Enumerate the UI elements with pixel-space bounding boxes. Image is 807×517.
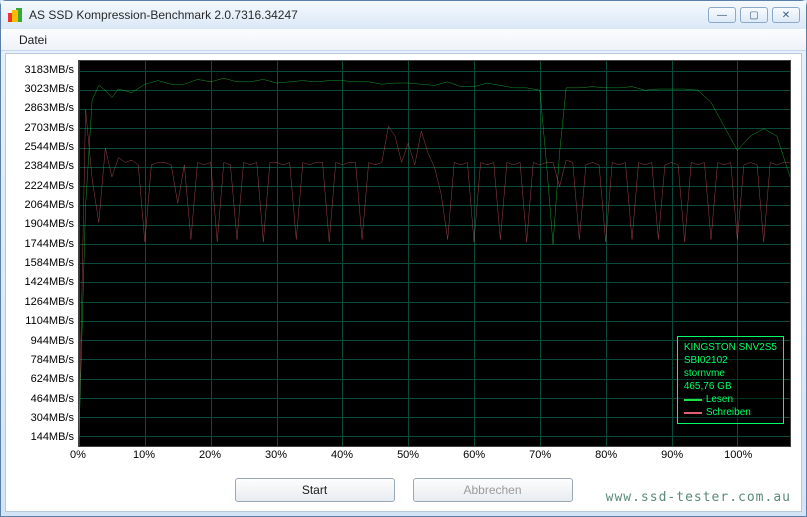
x-tick-label: 30% xyxy=(265,449,287,461)
x-tick-label: 90% xyxy=(661,449,683,461)
y-tick-label: 2703MB/s xyxy=(24,122,74,134)
y-tick-label: 3023MB/s xyxy=(24,83,74,95)
legend-read-row: Lesen xyxy=(684,393,777,406)
y-tick-label: 2384MB/s xyxy=(24,160,74,172)
menu-datei[interactable]: Datei xyxy=(11,31,55,49)
legend-firmware: SBI02102 xyxy=(684,354,777,367)
y-tick-label: 1264MB/s xyxy=(24,296,74,308)
y-tick-label: 1104MB/s xyxy=(25,315,74,327)
y-tick-label: 1424MB/s xyxy=(24,276,74,288)
x-tick-label: 20% xyxy=(199,449,221,461)
legend-capacity: 465,76 GB xyxy=(684,380,777,393)
titlebar: AS SSD Kompression-Benchmark 2.0.7316.34… xyxy=(1,1,806,29)
x-tick-label: 100% xyxy=(724,449,752,461)
close-button[interactable]: ✕ xyxy=(772,7,800,23)
y-tick-label: 784MB/s xyxy=(31,354,74,366)
y-tick-label: 624MB/s xyxy=(31,373,74,385)
x-tick-label: 40% xyxy=(331,449,353,461)
x-tick-label: 80% xyxy=(595,449,617,461)
legend-write-row: Schreiben xyxy=(684,406,777,419)
app-icon xyxy=(7,7,23,23)
x-axis-labels: 0%10%20%30%40%50%60%70%80%90%100% xyxy=(78,449,791,467)
y-tick-label: 2544MB/s xyxy=(24,141,74,153)
maximize-button[interactable]: ▢ xyxy=(740,7,768,23)
menubar: Datei xyxy=(1,29,806,51)
y-axis-labels: 144MB/s 304MB/s 464MB/s 624MB/s 784MB/s 944MB… xyxy=(12,60,76,447)
y-tick-label: 464MB/s xyxy=(31,393,74,405)
y-tick-label: 2863MB/s xyxy=(24,102,74,114)
y-tick-label: 944MB/s xyxy=(31,335,74,347)
cancel-button[interactable]: Abbrechen xyxy=(413,478,573,502)
legend-driver: stornvme xyxy=(684,367,777,380)
y-tick-label: 1904MB/s xyxy=(24,218,74,230)
legend-box: KINGSTON SNV2S5 SBI02102 stornvme 465,76… xyxy=(677,336,784,424)
x-tick-label: 0% xyxy=(70,449,86,461)
window-title: AS SSD Kompression-Benchmark 2.0.7316.34… xyxy=(29,8,708,22)
legend-write-label: Schreiben xyxy=(706,406,751,419)
start-button[interactable]: Start xyxy=(235,478,395,502)
app-window: AS SSD Kompression-Benchmark 2.0.7316.34… xyxy=(0,0,807,517)
y-tick-label: 304MB/s xyxy=(31,412,74,424)
window-controls: — ▢ ✕ xyxy=(708,7,800,23)
x-tick-label: 50% xyxy=(397,449,419,461)
legend-write-swatch xyxy=(684,412,702,414)
x-tick-label: 10% xyxy=(133,449,155,461)
y-tick-label: 3183MB/s xyxy=(24,64,74,76)
y-tick-label: 1744MB/s xyxy=(24,238,74,250)
client-area: 144MB/s 304MB/s 464MB/s 624MB/s 784MB/s 944MB… xyxy=(5,53,802,512)
minimize-button[interactable]: — xyxy=(708,7,736,23)
y-tick-label: 144MB/s xyxy=(31,431,74,443)
y-tick-label: 2224MB/s xyxy=(24,180,74,192)
legend-read-swatch xyxy=(684,399,702,401)
y-tick-label: 1584MB/s xyxy=(24,257,74,269)
legend-device: KINGSTON SNV2S5 xyxy=(684,341,777,354)
plot-area: KINGSTON SNV2S5 SBI02102 stornvme 465,76… xyxy=(78,60,791,447)
chart-area: 144MB/s 304MB/s 464MB/s 624MB/s 784MB/s 944MB… xyxy=(12,60,795,467)
watermark: www.ssd-tester.com.au xyxy=(606,490,791,505)
legend-read-label: Lesen xyxy=(706,393,733,406)
x-tick-label: 60% xyxy=(463,449,485,461)
x-tick-label: 70% xyxy=(529,449,551,461)
y-tick-label: 2064MB/s xyxy=(24,199,74,211)
